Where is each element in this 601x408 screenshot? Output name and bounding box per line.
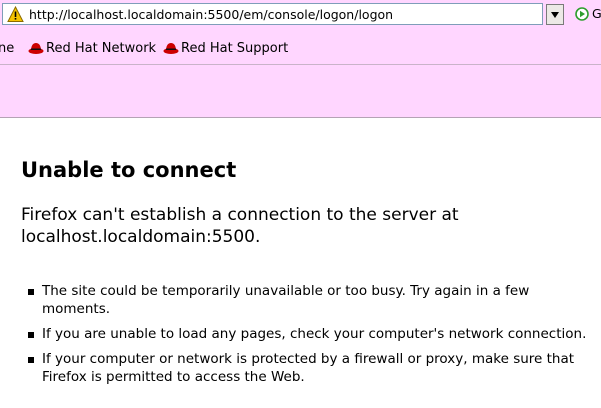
bullet-icon <box>28 332 34 338</box>
error-tips-list: The site could be temporarily unavailabl… <box>21 282 591 393</box>
toolbar-spacer <box>0 65 601 118</box>
tip-text: If you are unable to load any pages, che… <box>42 326 587 342</box>
url-text[interactable]: http://localhost.localdomain:5500/em/con… <box>29 7 393 22</box>
bookmark-label: Red Hat Network <box>46 41 157 56</box>
warning-triangle-icon <box>7 6 24 22</box>
bookmarks-toolbar: ne Red Hat Network Red Hat Support <box>0 31 601 65</box>
tip-text: If your computer or network is protected… <box>42 351 575 385</box>
go-arrow-icon <box>575 7 589 21</box>
bullet-icon <box>28 357 34 363</box>
list-item: If your computer or network is protected… <box>21 350 591 386</box>
error-description: Firefox can't establish a connection to … <box>21 205 459 247</box>
chevron-down-icon <box>551 12 559 18</box>
go-button[interactable]: Go <box>573 5 601 25</box>
redhat-icon <box>28 40 44 56</box>
bookmark-item-partial[interactable]: ne <box>0 41 14 56</box>
bookmark-label: Red Hat Support <box>181 41 289 56</box>
tip-text: The site could be temporarily unavailabl… <box>42 283 530 317</box>
redhat-icon <box>163 40 179 56</box>
url-bar[interactable]: http://localhost.localdomain:5500/em/con… <box>2 3 543 25</box>
list-item: The site could be temporarily unavailabl… <box>21 282 591 318</box>
go-label: Go <box>592 6 601 21</box>
list-item: If you are unable to load any pages, che… <box>21 325 591 343</box>
navigation-toolbar: http://localhost.localdomain:5500/em/con… <box>0 0 601 31</box>
error-title: Unable to connect <box>21 158 237 182</box>
url-history-dropdown-button[interactable] <box>546 4 564 25</box>
bullet-icon <box>28 289 34 295</box>
